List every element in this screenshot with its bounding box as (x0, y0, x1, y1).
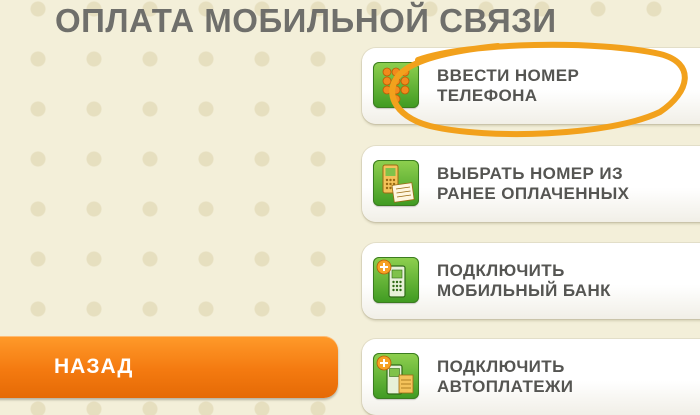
select-previous-number-label: ВЫБРАТЬ НОМЕР ИЗ РАНЕЕ ОПЛАЧЕННЫХ (437, 164, 630, 203)
connect-autopay-label: ПОДКЛЮЧИТЬ АВТОПЛАТЕЖИ (437, 357, 574, 396)
enter-phone-number-label: ВВЕСТИ НОМЕР ТЕЛЕФОНА (437, 66, 580, 105)
back-button-label: НАЗАД (54, 355, 134, 378)
mobile-bank-icon (373, 257, 419, 303)
page-title: ОПЛАТА МОБИЛЬНОЙ СВЯЗИ (55, 2, 557, 39)
connect-mobile-bank-button[interactable]: ПОДКЛЮЧИТЬ МОБИЛЬНЫЙ БАНК (362, 243, 700, 319)
select-previous-number-button[interactable]: ВЫБРАТЬ НОМЕР ИЗ РАНЕЕ ОПЛАЧЕННЫХ (362, 146, 700, 222)
keypad-icon (373, 62, 419, 108)
connect-autopay-button[interactable]: ПОДКЛЮЧИТЬ АВТОПЛАТЕЖИ (362, 339, 700, 415)
enter-phone-number-button[interactable]: ВВЕСТИ НОМЕР ТЕЛЕФОНА (362, 48, 700, 124)
autopay-icon (373, 353, 419, 399)
back-button[interactable]: НАЗАД (0, 336, 338, 398)
connect-mobile-bank-label: ПОДКЛЮЧИТЬ МОБИЛЬНЫЙ БАНК (437, 261, 611, 300)
phone-receipt-icon (373, 160, 419, 206)
